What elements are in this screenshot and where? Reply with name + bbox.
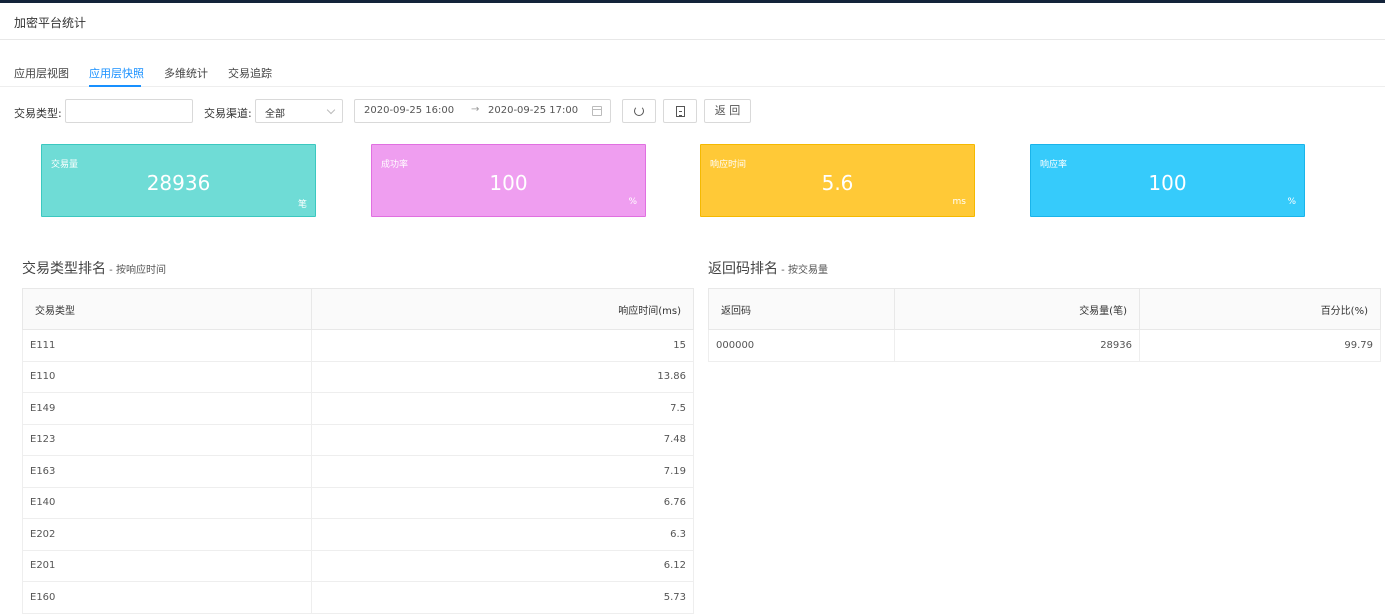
cell-type: E140: [22, 487, 312, 519]
cell-type: E111: [22, 329, 312, 362]
type-label: 交易类型:: [14, 107, 62, 120]
table-row[interactable]: E202 6.3: [22, 518, 694, 551]
table-row[interactable]: E140 6.76: [22, 487, 694, 519]
column-header[interactable]: 交易量(笔): [894, 288, 1140, 330]
date-end: 2020-09-25 17:00: [488, 105, 579, 116]
filter-bar: 交易类型: 交易渠道: 全部 2020-09-25 16:00 → 2020-0…: [0, 98, 1385, 124]
cell-type: E202: [22, 518, 312, 551]
card-success-rate: 成功率 100 %: [371, 144, 646, 217]
card-unit: ms: [952, 197, 966, 207]
table-row[interactable]: E149 7.5: [22, 392, 694, 425]
column-header[interactable]: 响应时间(ms): [311, 288, 694, 330]
left-ranking-table: 交易类型 响应时间(ms) E111 15 E110 13.86 E149 7.5 E…: [22, 288, 694, 614]
tab-app-view[interactable]: 应用层视图: [14, 65, 69, 81]
column-header[interactable]: 交易类型: [22, 288, 312, 330]
chevron-down-icon: [326, 105, 336, 115]
card-value: 100: [489, 171, 528, 195]
cell-response: 6.3: [311, 518, 694, 551]
refresh-icon: [634, 106, 644, 116]
export-button[interactable]: [663, 99, 697, 123]
back-button[interactable]: 返 回: [704, 99, 751, 123]
tab-multi-stats[interactable]: 多维统计: [164, 65, 208, 81]
type-input[interactable]: [65, 99, 193, 123]
table-row[interactable]: E160 5.73: [22, 581, 694, 614]
card-response-rate: 响应率 100 %: [1030, 144, 1305, 217]
table-row[interactable]: E110 13.86: [22, 361, 694, 393]
table-header-row: 交易类型 响应时间(ms): [22, 288, 694, 330]
card-unit: %: [1287, 197, 1296, 207]
cell-response: 6.76: [311, 487, 694, 519]
right-section-title: 返回码排名 - 按交易量: [708, 258, 828, 278]
cell-code: 000000: [708, 329, 895, 362]
section-subtitle: - 按响应时间: [106, 265, 166, 276]
column-header[interactable]: 百分比(%): [1139, 288, 1381, 330]
cell-type: E163: [22, 455, 312, 488]
active-tab-indicator: [89, 85, 141, 87]
channel-select-value: 全部: [265, 109, 285, 120]
cell-response: 5.73: [311, 581, 694, 614]
cell-response: 6.12: [311, 550, 694, 582]
refresh-button[interactable]: [622, 99, 656, 123]
card-label: 响应率: [1040, 160, 1068, 170]
channel-label: 交易渠道:: [204, 107, 252, 120]
page-title: 加密平台统计: [14, 16, 87, 30]
card-label: 交易量: [51, 160, 79, 170]
table-header-row: 返回码 交易量(笔) 百分比(%): [708, 288, 1381, 330]
card-response-time: 响应时间 5.6 ms: [700, 144, 975, 217]
cell-response: 7.5: [311, 392, 694, 425]
table-row[interactable]: E111 15: [22, 329, 694, 362]
cell-response: 7.48: [311, 424, 694, 456]
table-row[interactable]: 000000 28936 99.79: [708, 329, 1381, 362]
right-ranking-table: 返回码 交易量(笔) 百分比(%) 000000 28936 99.79: [708, 288, 1381, 362]
tab-app-snapshot[interactable]: 应用层快照: [89, 65, 144, 81]
cell-response: 15: [311, 329, 694, 362]
cell-type: E123: [22, 424, 312, 456]
card-label: 成功率: [381, 160, 409, 170]
section-title-main: 交易类型排名: [22, 261, 106, 277]
column-header[interactable]: 返回码: [708, 288, 895, 330]
card-unit: 笔: [297, 200, 307, 210]
cell-volume: 28936: [894, 329, 1140, 362]
cell-response: 7.19: [311, 455, 694, 488]
cell-percent: 99.79: [1139, 329, 1381, 362]
card-value: 5.6: [821, 171, 854, 195]
table-row[interactable]: E201 6.12: [22, 550, 694, 582]
cell-type: E149: [22, 392, 312, 425]
export-icon: [675, 106, 685, 117]
date-start: 2020-09-25 16:00: [364, 105, 455, 116]
card-value: 28936: [146, 171, 211, 195]
table-row[interactable]: E163 7.19: [22, 455, 694, 488]
card-value: 100: [1148, 171, 1187, 195]
card-label: 响应时间: [710, 160, 747, 170]
section-title-main: 返回码排名: [708, 261, 778, 277]
section-subtitle: - 按交易量: [778, 265, 828, 276]
cell-type: E110: [22, 361, 312, 393]
page-header: 加密平台统计: [0, 3, 1385, 40]
table-row[interactable]: E123 7.48: [22, 424, 694, 456]
left-section-title: 交易类型排名 - 按响应时间: [22, 258, 166, 278]
cell-type: E160: [22, 581, 312, 614]
cell-response: 13.86: [311, 361, 694, 393]
card-unit: %: [628, 197, 637, 207]
tab-bar: 应用层视图 应用层快照 多维统计 交易追踪: [0, 40, 1385, 87]
tab-trace[interactable]: 交易追踪: [228, 65, 272, 81]
channel-select[interactable]: 全部: [255, 99, 343, 123]
cell-type: E201: [22, 550, 312, 582]
date-range-picker[interactable]: 2020-09-25 16:00 → 2020-09-25 17:00: [354, 99, 611, 123]
date-separator: →: [471, 104, 480, 115]
card-volume: 交易量 28936 笔: [41, 144, 316, 217]
calendar-icon: [592, 106, 602, 116]
